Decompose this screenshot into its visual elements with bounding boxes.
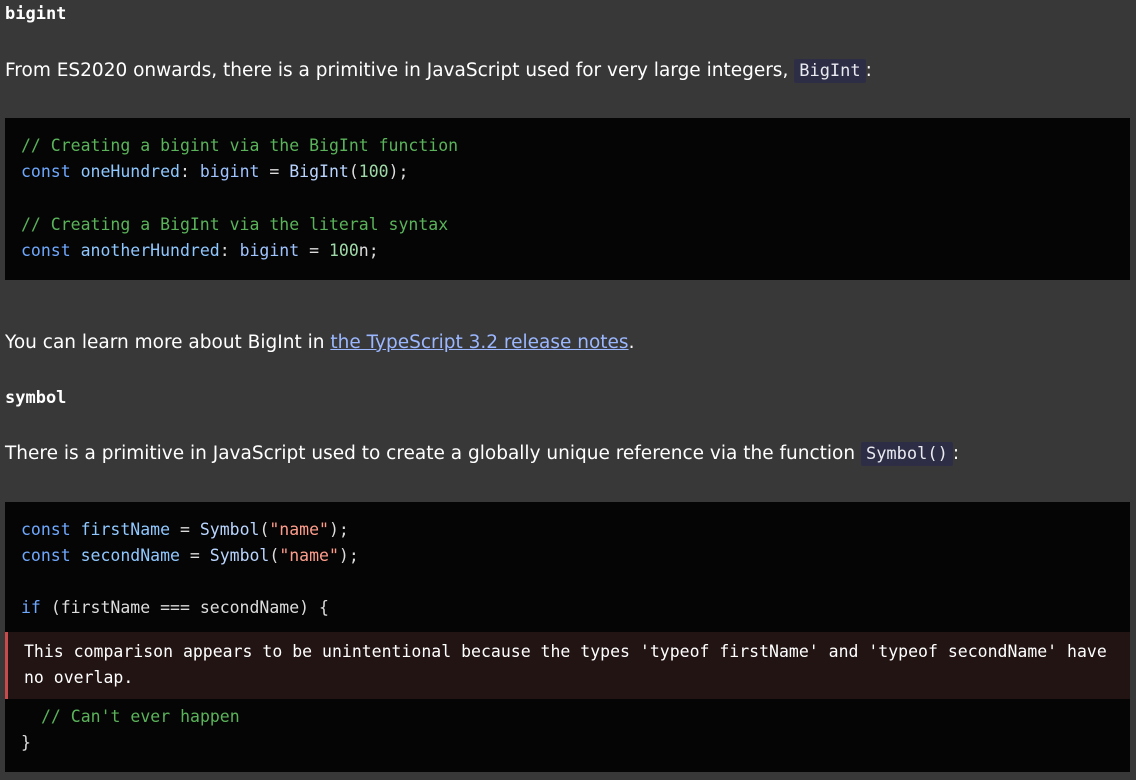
code-variable: firstName bbox=[80, 520, 171, 539]
symbol-heading: symbol bbox=[5, 388, 67, 408]
learn-more-period: . bbox=[628, 332, 635, 353]
code-line: } bbox=[21, 730, 31, 756]
learn-more-text: You can learn more about BigInt in bbox=[5, 332, 325, 353]
code-line: const firstName = Symbol("name"); bbox=[21, 517, 349, 543]
code-line: const oneHundred: bigint = BigInt(100); bbox=[21, 159, 408, 185]
bigint-learn-more: You can learn more about BigInt in the T… bbox=[5, 330, 634, 356]
code-operator: = bbox=[269, 162, 280, 181]
code-type: bigint bbox=[239, 241, 300, 260]
code-operator: = bbox=[309, 241, 320, 260]
symbol-inline-code: Symbol() bbox=[860, 442, 953, 466]
code-keyword: if bbox=[21, 598, 41, 617]
type-error-message: This comparison appears to be unintentio… bbox=[24, 642, 1107, 687]
type-error-callout: This comparison appears to be unintentio… bbox=[5, 632, 1130, 699]
code-function: Symbol bbox=[209, 546, 270, 565]
code-line: // Can't ever happen bbox=[41, 704, 240, 730]
symbol-intro-colon: : bbox=[952, 443, 960, 464]
bigint-inline-code: BigInt bbox=[794, 59, 866, 83]
code-punct: } bbox=[21, 733, 31, 752]
code-keyword: const bbox=[21, 241, 71, 260]
code-function: Symbol bbox=[199, 520, 260, 539]
code-type: bigint bbox=[199, 162, 260, 181]
bigint-intro-text: From ES2020 onwards, there is a primitiv… bbox=[5, 60, 789, 81]
code-string: "name" bbox=[279, 546, 339, 565]
code-expression: (firstName === secondName) { bbox=[50, 598, 329, 617]
code-line: const secondName = Symbol("name"); bbox=[21, 543, 359, 569]
code-line: if (firstName === secondName) { bbox=[21, 595, 329, 621]
code-string: "name" bbox=[269, 520, 329, 539]
symbol-intro: There is a primitive in JavaScript used … bbox=[5, 441, 959, 467]
code-operator: = bbox=[179, 520, 190, 539]
code-function: BigInt bbox=[289, 162, 349, 181]
code-keyword: const bbox=[21, 546, 71, 565]
bigint-heading: bigint bbox=[5, 4, 67, 24]
code-operator: = bbox=[189, 546, 200, 565]
bigint-code-block: // Creating a bigint via the BigInt func… bbox=[5, 118, 1130, 280]
code-number: 100 bbox=[358, 162, 389, 181]
bigint-intro: From ES2020 onwards, there is a primitiv… bbox=[5, 58, 872, 84]
code-variable: anotherHundred bbox=[80, 241, 220, 260]
code-variable: secondName bbox=[80, 546, 180, 565]
code-punct: ( bbox=[259, 520, 270, 539]
code-variable: oneHundred bbox=[80, 162, 180, 181]
code-line: const anotherHundred: bigint = 100n; bbox=[21, 238, 379, 264]
symbol-intro-text: There is a primitive in JavaScript used … bbox=[5, 443, 856, 464]
code-line: // Creating a bigint via the BigInt func… bbox=[21, 133, 458, 159]
code-keyword: const bbox=[21, 520, 71, 539]
code-punct: ( bbox=[348, 162, 359, 181]
code-number: 100 bbox=[328, 241, 359, 260]
code-keyword: const bbox=[21, 162, 71, 181]
code-comment: // Creating a BigInt via the literal syn… bbox=[21, 215, 449, 234]
code-punct: n; bbox=[358, 241, 379, 260]
code-line: // Creating a BigInt via the literal syn… bbox=[21, 212, 448, 238]
docs-page: bigint From ES2020 onwards, there is a p… bbox=[0, 0, 1136, 780]
code-punct: : bbox=[179, 162, 190, 181]
code-comment: // Creating a bigint via the BigInt func… bbox=[21, 136, 459, 155]
symbol-code-block: const firstName = Symbol("name"); const … bbox=[5, 502, 1130, 772]
code-punct: : bbox=[219, 241, 230, 260]
code-punct: ); bbox=[328, 520, 349, 539]
release-notes-link[interactable]: the TypeScript 3.2 release notes bbox=[330, 332, 628, 353]
code-comment: // Can't ever happen bbox=[41, 707, 240, 726]
code-punct: ); bbox=[338, 546, 359, 565]
code-punct: ); bbox=[388, 162, 409, 181]
code-punct: ( bbox=[269, 546, 280, 565]
bigint-intro-colon: : bbox=[865, 60, 872, 81]
